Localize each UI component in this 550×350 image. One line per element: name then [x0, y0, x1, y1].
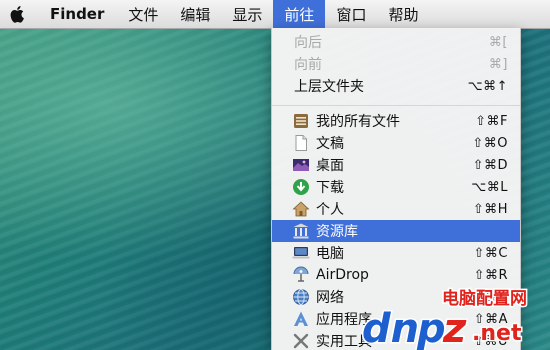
network-icon: [292, 288, 310, 306]
menu-item-airdrop[interactable]: AirDrop ⇧⌘R: [272, 264, 520, 286]
menu-item-label: 向后: [294, 35, 322, 51]
menu-item-label: AirDrop: [316, 267, 369, 283]
library-icon: [292, 222, 310, 240]
menu-item-back[interactable]: 向后 ⌘[: [272, 31, 520, 53]
menu-window[interactable]: 窗口: [325, 0, 377, 28]
shortcut-label: ⌥⌘↑: [467, 78, 508, 94]
shortcut-label: ⌘[: [488, 34, 508, 50]
menu-item-label: 电脑: [316, 246, 344, 262]
applications-icon: [292, 310, 310, 328]
home-icon: [292, 200, 310, 218]
shortcut-label: ⌥⌘L: [471, 179, 508, 195]
shortcut-label: ⌘]: [488, 56, 508, 72]
menu-item-label: 上层文件夹: [294, 79, 364, 95]
shortcut-label: ⇧⌘F: [475, 113, 508, 129]
menu-item-home[interactable]: 个人 ⇧⌘H: [272, 198, 520, 220]
computer-icon: [292, 244, 310, 262]
menu-item-enclosing-folder[interactable]: 上层文件夹 ⌥⌘↑: [272, 75, 520, 97]
menu-item-label: 个人: [316, 202, 344, 218]
menu-item-label: 资源库: [316, 224, 358, 240]
menu-item-computer[interactable]: 电脑 ⇧⌘C: [272, 242, 520, 264]
menu-file[interactable]: 文件: [117, 0, 169, 28]
all-files-icon: [292, 112, 310, 130]
apple-logo-icon[interactable]: [0, 0, 36, 28]
shortcut-label: ⇧⌘D: [472, 157, 508, 173]
menu-item-label: 向前: [294, 57, 322, 73]
menu-item-network[interactable]: 网络 ⇧⌘K: [272, 286, 520, 308]
menu-item-all-my-files[interactable]: 我的所有文件 ⇧⌘F: [272, 110, 520, 132]
menu-help[interactable]: 帮助: [377, 0, 429, 28]
menu-view[interactable]: 显示: [221, 0, 273, 28]
menu-item-label: 下载: [316, 180, 344, 196]
menu-item-utilities[interactable]: 实用工具 ⇧⌘U: [272, 330, 520, 350]
shortcut-label: ⇧⌘H: [472, 201, 508, 217]
menu-finder[interactable]: Finder: [36, 0, 117, 28]
menu-item-forward[interactable]: 向前 ⌘]: [272, 53, 520, 75]
airdrop-icon: [292, 266, 310, 284]
menu-edit[interactable]: 编辑: [169, 0, 221, 28]
menu-item-library[interactable]: 资源库: [272, 220, 520, 242]
menu-separator: [272, 105, 520, 106]
menu-item-label: 网络: [316, 290, 344, 306]
menu-item-label: 实用工具: [316, 334, 372, 350]
menu-item-downloads[interactable]: 下载 ⌥⌘L: [272, 176, 520, 198]
shortcut-label: ⇧⌘A: [473, 311, 508, 327]
menu-item-label: 文稿: [316, 136, 344, 152]
menu-item-documents[interactable]: 文稿 ⇧⌘O: [272, 132, 520, 154]
menu-item-label: 我的所有文件: [316, 114, 400, 130]
document-icon: [292, 134, 310, 152]
shortcut-label: ⇧⌘R: [473, 267, 508, 283]
menu-go[interactable]: 前往: [273, 0, 326, 28]
go-menu-dropdown: 向后 ⌘[ 向前 ⌘] 上层文件夹 ⌥⌘↑ 我的所有文件 ⇧⌘F 文稿 ⇧⌘O …: [271, 28, 521, 350]
desktop-icon: [292, 156, 310, 174]
menu-item-desktop[interactable]: 桌面 ⇧⌘D: [272, 154, 520, 176]
shortcut-label: ⇧⌘C: [473, 245, 508, 261]
shortcut-label: ⇧⌘O: [472, 135, 508, 151]
menu-item-label: 桌面: [316, 158, 344, 174]
menu-bar: Finder 文件 编辑 显示 前往 窗口 帮助: [0, 0, 550, 29]
menu-item-applications[interactable]: 应用程序 ⇧⌘A: [272, 308, 520, 330]
shortcut-label: ⇧⌘K: [474, 289, 508, 305]
utilities-icon: [292, 332, 310, 350]
menu-item-label: 应用程序: [316, 312, 372, 328]
download-icon: [292, 178, 310, 196]
shortcut-label: ⇧⌘U: [473, 333, 508, 349]
